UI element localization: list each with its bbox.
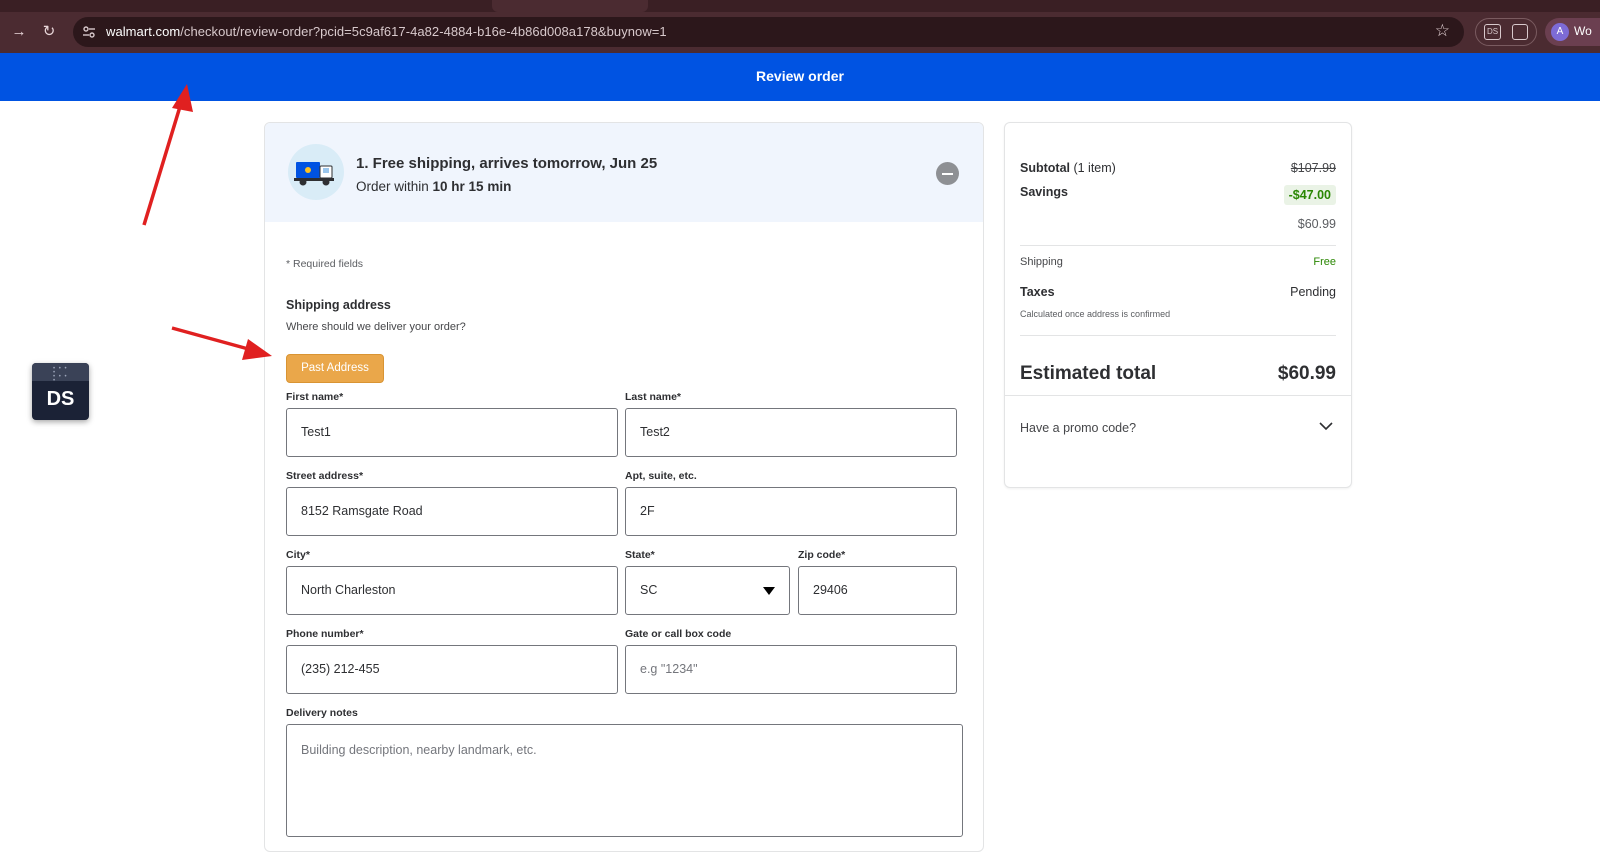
street-address-label: Street address* <box>286 470 364 482</box>
divider <box>1005 395 1351 396</box>
first-name-field[interactable]: Test1 <box>286 408 618 457</box>
phone-number-label: Phone number* <box>286 628 364 640</box>
page-title: Review order <box>756 68 844 84</box>
city-label: City* <box>286 549 310 561</box>
last-name-label: Last name* <box>625 391 682 403</box>
phone-number-field[interactable]: (235) 212-455 <box>286 645 618 694</box>
savings-badge: -$47.00 <box>1283 185 1336 205</box>
subtotal-items: (1 item) <box>1070 161 1116 175</box>
street-address-field[interactable]: 8152 Ramsgate Road <box>286 487 618 536</box>
address-bar[interactable]: walmart.com/checkout/review-order?pcid=5… <box>73 17 1464 47</box>
order-within-text: Order within 10 hr 15 min <box>356 179 512 194</box>
chevron-down-icon[interactable] <box>1319 419 1333 433</box>
divider <box>1020 245 1336 246</box>
last-name-field[interactable]: Test2 <box>625 408 957 457</box>
reload-icon[interactable]: ↻ <box>38 21 60 43</box>
url-text: walmart.com/checkout/review-order?pcid=5… <box>106 24 667 39</box>
taxes-value: Pending <box>1290 285 1336 299</box>
shipping-card: 1. Free shipping, arrives tomorrow, Jun … <box>264 122 984 852</box>
promo-code-toggle[interactable]: Have a promo code? <box>1020 421 1136 435</box>
annotation-arrow-up <box>142 84 193 226</box>
zip-code-label: Zip code* <box>798 549 846 561</box>
browser-toolbar: → ↻ walmart.com/checkout/review-order?pc… <box>0 12 1600 53</box>
widget-label: DS <box>46 388 75 410</box>
bookmark-star-icon[interactable]: ☆ <box>1435 21 1450 41</box>
shipping-address-subtitle: Where should we deliver your order? <box>286 321 466 333</box>
extensions-group: DS <box>1475 18 1537 46</box>
city-field[interactable]: North Charleston <box>286 566 618 615</box>
puzzle-extensions-icon[interactable] <box>1512 24 1528 40</box>
subtotal-label: Subtotal <box>1020 161 1070 175</box>
shipping-banner: 1. Free shipping, arrives tomorrow, Jun … <box>265 123 983 222</box>
taxes-note: Calculated once address is confirmed <box>1020 309 1171 319</box>
forward-icon[interactable]: → <box>8 21 30 43</box>
taxes-label: Taxes <box>1020 285 1055 299</box>
apt-suite-field[interactable]: 2F <box>625 487 957 536</box>
site-settings-icon[interactable] <box>82 25 96 39</box>
browser-tab-strip <box>0 0 1600 12</box>
truck-icon <box>288 144 344 200</box>
shipping-title: 1. Free shipping, arrives tomorrow, Jun … <box>356 155 658 172</box>
active-tab[interactable] <box>492 0 648 12</box>
shipping-free: Free <box>1313 256 1336 268</box>
annotation-arrow-right <box>171 326 272 360</box>
checkout-header: Review order <box>0 53 1600 101</box>
apt-suite-label: Apt, suite, etc. <box>625 470 697 482</box>
state-select[interactable]: SC <box>625 566 790 615</box>
past-address-button[interactable]: Past Address <box>286 354 384 383</box>
profile-button[interactable]: A Wo <box>1545 18 1600 46</box>
order-summary-card: Subtotal (1 item) $107.99 Savings -$47.0… <box>1004 122 1352 488</box>
delivery-notes-field[interactable]: Building description, nearby landmark, e… <box>286 724 963 837</box>
zip-code-field[interactable]: 29406 <box>798 566 957 615</box>
estimated-total-value: $60.99 <box>1277 363 1336 384</box>
discounted-price: $60.99 <box>1297 217 1336 231</box>
shipping-address-heading: Shipping address <box>286 298 391 312</box>
divider <box>1020 335 1336 336</box>
required-fields-note: * Required fields <box>286 258 364 270</box>
subtotal-value: $107.99 <box>1290 161 1336 175</box>
ds-extension-icon[interactable]: DS <box>1484 24 1501 40</box>
drag-dots-icon: • • • • • • • • <box>53 366 68 384</box>
gate-code-label: Gate or call box code <box>625 628 732 640</box>
collapse-icon[interactable] <box>936 162 959 185</box>
dropdown-caret-icon <box>763 587 775 595</box>
savings-label: Savings <box>1020 185 1068 199</box>
profile-label: Wo <box>1574 24 1592 38</box>
estimated-total-label: Estimated total <box>1020 363 1157 384</box>
delivery-notes-label: Delivery notes <box>286 707 358 719</box>
avatar: A <box>1551 23 1569 41</box>
shipping-label: Shipping <box>1020 256 1063 268</box>
gate-code-field[interactable]: e.g "1234" <box>625 645 957 694</box>
ds-floating-widget[interactable]: • • • • • • • • DS <box>32 363 89 420</box>
widget-drag-handle[interactable]: • • • • • • • • <box>32 363 89 384</box>
state-label: State* <box>625 549 655 561</box>
first-name-label: First name* <box>286 391 344 403</box>
